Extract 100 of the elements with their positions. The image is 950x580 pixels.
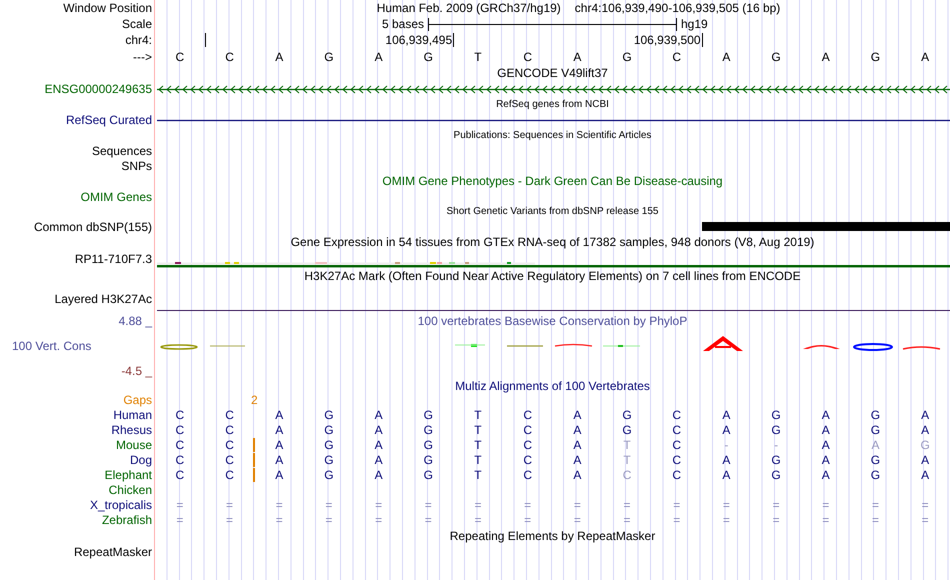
alignment-base: = xyxy=(474,498,482,512)
alignment-base: = xyxy=(772,498,780,512)
sequence-base: C xyxy=(176,50,184,64)
alignment-base: = xyxy=(325,512,332,526)
alignment-base: = xyxy=(872,512,879,526)
sequence-base: A xyxy=(275,50,284,64)
alignment-base: C xyxy=(176,422,184,436)
alignment-base: A xyxy=(722,452,730,466)
alignment-base: A xyxy=(822,408,830,422)
alignment-base: A xyxy=(822,422,830,436)
ruler-tick-label: 106,939,500 xyxy=(634,33,703,47)
sequence-base: A xyxy=(722,50,730,64)
track-label[interactable]: RefSeq Curated xyxy=(66,113,152,127)
alignment-base: G xyxy=(771,422,781,436)
ruler-tick-label: 106,939,495 xyxy=(385,33,454,47)
alignment-base: G xyxy=(622,422,632,436)
alignment-base: C xyxy=(225,468,234,482)
alignment-base: = xyxy=(524,498,532,512)
axis-max-label: 4.88 _ xyxy=(118,314,152,328)
track-label[interactable]: OMIM Genes xyxy=(80,190,152,204)
alignment-base: = xyxy=(424,512,432,526)
alignment-base: C xyxy=(672,422,682,436)
alignment-base: A xyxy=(722,468,730,482)
track-label[interactable]: Sequences xyxy=(92,144,152,158)
track-label[interactable]: Layered H3K27Ac xyxy=(54,292,152,306)
alignment-base: C xyxy=(176,468,184,482)
alignment-base: = xyxy=(822,512,830,526)
alignment-base: = xyxy=(226,498,234,512)
species-label[interactable]: X_tropicalis xyxy=(90,498,152,512)
alignment-base: A xyxy=(822,438,830,452)
species-label[interactable]: Dog xyxy=(130,452,152,466)
track-title: GENCODE V49lift37 xyxy=(497,66,608,80)
alignment-base: G xyxy=(424,422,433,436)
alignment-base: = xyxy=(176,498,184,512)
sequence-base: A xyxy=(822,50,830,64)
database-text: hg19 xyxy=(680,17,709,31)
alignment-base: C xyxy=(672,438,682,452)
alignment-base: C xyxy=(672,468,682,482)
alignment-base: = xyxy=(922,498,929,512)
alignment-base: - xyxy=(724,438,728,452)
alignment-base: G xyxy=(870,468,880,482)
ruler-tick xyxy=(204,33,206,47)
alignment-base: = xyxy=(524,512,532,526)
track-label[interactable]: RepeatMasker xyxy=(74,544,152,558)
alignment-base: = xyxy=(325,498,332,512)
species-label[interactable]: Elephant xyxy=(104,468,152,482)
sequence-base: A xyxy=(921,50,930,64)
alignment-base: C xyxy=(672,408,682,422)
strand-label: ---> xyxy=(133,50,152,64)
alignment-base: A xyxy=(822,452,830,466)
alignment-base: T xyxy=(474,468,482,482)
alignment-base: C xyxy=(225,438,234,452)
species-label[interactable]: Human xyxy=(113,408,152,422)
alignment-base: A xyxy=(822,468,830,482)
sequence-base: C xyxy=(225,50,234,64)
axis-min-label: -4.5 _ xyxy=(121,364,152,378)
alignment-base: G xyxy=(870,452,880,466)
species-label[interactable]: Chicken xyxy=(108,482,152,496)
track-title: Gene Expression in 54 tissues from GTEx RNA-seq of 17382 samples, 948 donors (V8, Aug 2019) xyxy=(290,235,814,249)
assembly-title: Human Feb. 2009 (GRCh37/hg19) xyxy=(376,1,561,15)
alignment-base: A xyxy=(275,422,284,436)
track-title: OMIM Gene Phenotypes - Dark Green Can Be Disease-causing xyxy=(382,174,723,188)
alignment-base: = xyxy=(872,498,879,512)
sequence-base: G xyxy=(870,50,880,64)
track-label[interactable]: 100 Vert. Cons xyxy=(12,339,92,353)
alignment-base: A xyxy=(573,452,582,466)
gap-count: 2 xyxy=(251,393,258,407)
alignment-base: = xyxy=(673,512,680,526)
alignment-base: A xyxy=(374,422,383,436)
alignment-base: C xyxy=(176,408,184,422)
track-label[interactable]: Common dbSNP(155) xyxy=(34,220,152,234)
alignment-base: = xyxy=(822,498,830,512)
sequence-base: C xyxy=(523,50,532,64)
alignment-base: G xyxy=(870,408,880,422)
track-label: chr4: xyxy=(125,33,152,47)
alignment-base: T xyxy=(474,438,482,452)
track-title: Multiz Alignments of 100 Vertebrates xyxy=(455,378,650,392)
alignment-base: A xyxy=(573,438,582,452)
species-label[interactable]: Rhesus xyxy=(111,422,152,436)
alignment-base: - xyxy=(774,438,778,452)
species-label[interactable]: Zebrafish xyxy=(102,512,152,526)
alignment-base: G xyxy=(324,452,334,466)
alignment-base: G xyxy=(424,452,433,466)
track-label[interactable]: SNPs xyxy=(121,158,152,172)
alignment-base: = xyxy=(624,498,631,512)
alignment-base: C xyxy=(225,452,234,466)
alignment-base: G xyxy=(424,468,433,482)
alignment-base: A xyxy=(573,468,582,482)
track-label[interactable]: ENSG00000249635 xyxy=(44,82,152,96)
sequence-base: C xyxy=(672,50,682,64)
track-label[interactable]: RP11-710F7.3 xyxy=(74,252,152,266)
alignment-base: C xyxy=(176,438,184,452)
alignment-base: C xyxy=(523,438,532,452)
alignment-base: A xyxy=(275,468,284,482)
position-text: chr4:106,939,490-106,939,505 (16 bp) xyxy=(574,1,780,15)
sequence-base: G xyxy=(771,50,781,64)
species-label[interactable]: Mouse xyxy=(116,438,152,452)
alignment-base: G xyxy=(771,468,781,482)
alignment-base: = xyxy=(276,498,283,512)
alignment-base: A xyxy=(921,408,930,422)
